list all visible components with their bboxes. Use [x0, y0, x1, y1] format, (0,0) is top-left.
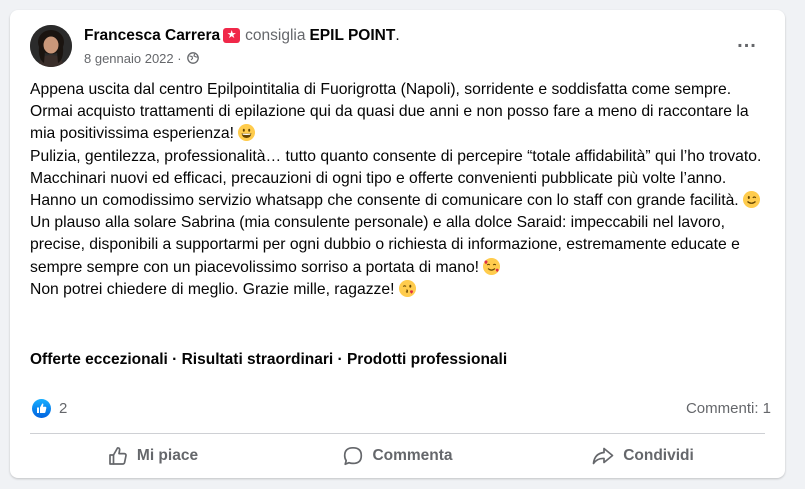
post-paragraph: Un plauso alla solare Sabrina (mia consu… [30, 214, 740, 276]
post-meta: 8 gennaio 2022 · [84, 51, 200, 66]
comment-button[interactable]: Commenta [275, 438, 520, 474]
post-header: Francesca Carrera ★ consiglia EPIL POINT. 8… [30, 25, 765, 70]
recommended-page-name[interactable]: EPIL POINT [309, 27, 395, 44]
page-suffix: . [395, 27, 400, 44]
comments-count[interactable]: Commenti: 1 [686, 400, 771, 417]
post-paragraph: Appena uscita dal centro Epilpointitalia… [30, 81, 749, 143]
like-count[interactable]: 2 [59, 400, 67, 417]
like-button-label: Mi piace [136, 447, 199, 464]
comment-bubble-icon [344, 446, 363, 466]
recommend-star-icon: ★ [223, 28, 241, 43]
meta-separator: · [177, 51, 182, 66]
avatar-photo [30, 25, 72, 67]
post-paragraph: Non potrei chiedere di meglio. Grazie mi… [30, 279, 770, 301]
comment-button-label: Commenta [372, 447, 453, 464]
share-button[interactable]: Condividi [520, 438, 765, 474]
post-paragraph: Pulizia, gentilezza, professionalità… tu… [30, 147, 762, 210]
post-actions-bar: Mi piace Commenta Condividi [30, 438, 765, 474]
share-button-label: Condividi [623, 447, 694, 464]
smiling-face-with-hearts-icon [483, 257, 501, 275]
winking-face-icon [743, 191, 761, 209]
like-reaction-icon [32, 399, 51, 418]
like-button[interactable]: Mi piace [30, 438, 275, 474]
author-name[interactable]: Francesca Carrera [84, 27, 220, 44]
globe-icon [187, 52, 200, 64]
actions-divider [30, 433, 765, 434]
post-card: Francesca Carrera ★ consiglia EPIL POINT. 8… [10, 10, 785, 478]
thumbs-up-icon [109, 447, 127, 465]
post-date[interactable]: 8 gennaio 2022 [84, 51, 174, 66]
recommendation-tags: Offerte eccezionali · Risultati straordi… [30, 351, 508, 368]
share-arrow-icon [592, 447, 614, 465]
post-body: Appena uscita dal centro Epilpointitalia… [30, 79, 770, 301]
more-options-button[interactable]: ... [731, 31, 763, 57]
author-line: Francesca Carrera ★ consiglia EPIL POINT. [84, 27, 400, 45]
face-blowing-kiss-icon [398, 279, 416, 297]
recommend-verb: consiglia [245, 27, 306, 44]
author-avatar[interactable] [30, 25, 72, 67]
grinning-face-icon [238, 124, 256, 142]
